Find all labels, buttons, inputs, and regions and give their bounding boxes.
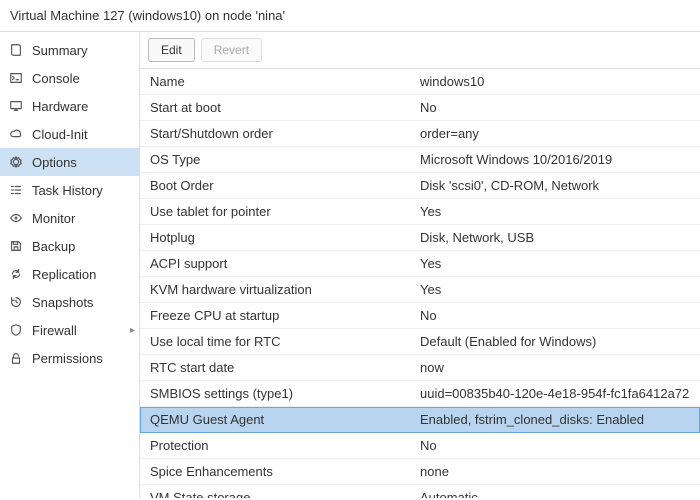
option-key: Start at boot <box>140 96 410 119</box>
option-value: No <box>410 304 700 327</box>
sidebar-item-label: Snapshots <box>32 295 93 310</box>
eye-icon <box>8 210 24 226</box>
sidebar-item-permissions[interactable]: Permissions <box>0 344 139 372</box>
option-row[interactable]: HotplugDisk, Network, USB <box>140 225 700 251</box>
sidebar-item-label: Summary <box>32 43 88 58</box>
toolbar: Edit Revert <box>140 32 700 69</box>
option-key: Use tablet for pointer <box>140 200 410 223</box>
sidebar-item-label: Task History <box>32 183 103 198</box>
sidebar-item-summary[interactable]: Summary <box>0 36 139 64</box>
option-value: order=any <box>410 122 700 145</box>
option-row[interactable]: ACPI supportYes <box>140 251 700 277</box>
option-value: now <box>410 356 700 379</box>
option-key: SMBIOS settings (type1) <box>140 382 410 405</box>
sidebar-item-firewall[interactable]: Firewall ▸ <box>0 316 139 344</box>
option-row[interactable]: ProtectionNo <box>140 433 700 459</box>
sidebar-item-label: Permissions <box>32 351 103 366</box>
option-key: Spice Enhancements <box>140 460 410 483</box>
option-key: Hotplug <box>140 226 410 249</box>
sidebar-item-options[interactable]: Options <box>0 148 139 176</box>
sidebar-item-label: Backup <box>32 239 75 254</box>
option-key: QEMU Guest Agent <box>140 408 410 431</box>
option-row[interactable]: Namewindows10 <box>140 69 700 95</box>
option-key: Use local time for RTC <box>140 330 410 353</box>
sidebar-item-label: Replication <box>32 267 96 282</box>
option-row[interactable]: OS TypeMicrosoft Windows 10/2016/2019 <box>140 147 700 173</box>
option-value: none <box>410 460 700 483</box>
sidebar-item-monitor[interactable]: Monitor <box>0 204 139 232</box>
option-row[interactable]: Spice Enhancementsnone <box>140 459 700 485</box>
revert-button: Revert <box>201 38 262 62</box>
option-value: Microsoft Windows 10/2016/2019 <box>410 148 700 171</box>
option-value: No <box>410 96 700 119</box>
option-row[interactable]: Start at bootNo <box>140 95 700 121</box>
history-icon <box>8 294 24 310</box>
option-row[interactable]: QEMU Guest AgentEnabled, fstrim_cloned_d… <box>140 407 700 433</box>
desktop-icon <box>8 98 24 114</box>
sidebar-item-backup[interactable]: Backup <box>0 232 139 260</box>
sidebar-item-label: Cloud-Init <box>32 127 88 142</box>
option-value: Yes <box>410 252 700 275</box>
option-row[interactable]: Freeze CPU at startupNo <box>140 303 700 329</box>
option-key: Freeze CPU at startup <box>140 304 410 327</box>
unlock-icon <box>8 350 24 366</box>
options-grid: Namewindows10Start at bootNoStart/Shutdo… <box>140 69 700 498</box>
sidebar-item-label: Firewall <box>32 323 77 338</box>
options-panel: Edit Revert Namewindows10Start at bootNo… <box>140 32 700 498</box>
option-key: Boot Order <box>140 174 410 197</box>
option-row[interactable]: RTC start datenow <box>140 355 700 381</box>
option-key: Name <box>140 70 410 93</box>
option-key: RTC start date <box>140 356 410 379</box>
sidebar-item-replication[interactable]: Replication <box>0 260 139 288</box>
option-row[interactable]: SMBIOS settings (type1)uuid=00835b40-120… <box>140 381 700 407</box>
option-key: ACPI support <box>140 252 410 275</box>
option-value: Disk, Network, USB <box>410 226 700 249</box>
shield-icon <box>8 322 24 338</box>
option-value: windows10 <box>410 70 700 93</box>
option-key: VM State storage <box>140 486 410 498</box>
option-key: Protection <box>140 434 410 457</box>
book-icon <box>8 42 24 58</box>
terminal-icon <box>8 70 24 86</box>
option-row[interactable]: Boot OrderDisk 'scsi0', CD-ROM, Network <box>140 173 700 199</box>
option-value: Default (Enabled for Windows) <box>410 330 700 353</box>
option-value: No <box>410 434 700 457</box>
sidebar-item-hardware[interactable]: Hardware <box>0 92 139 120</box>
option-row[interactable]: VM State storageAutomatic <box>140 485 700 498</box>
option-row[interactable]: KVM hardware virtualizationYes <box>140 277 700 303</box>
sidebar-item-cloud-init[interactable]: Cloud-Init <box>0 120 139 148</box>
option-value: Enabled, fstrim_cloned_disks: Enabled <box>410 408 700 431</box>
option-value: Automatic <box>410 486 700 498</box>
page-title: Virtual Machine 127 (windows10) on node … <box>0 0 700 32</box>
cloud-icon <box>8 126 24 142</box>
option-value: Disk 'scsi0', CD-ROM, Network <box>410 174 700 197</box>
sidebar-item-label: Monitor <box>32 211 75 226</box>
sidebar-item-label: Console <box>32 71 80 86</box>
sidebar: Summary Console Hardware Cloud-Init Options T… <box>0 32 140 498</box>
sidebar-item-label: Options <box>32 155 77 170</box>
edit-button[interactable]: Edit <box>148 38 195 62</box>
option-key: OS Type <box>140 148 410 171</box>
main-container: Summary Console Hardware Cloud-Init Options T… <box>0 32 700 498</box>
chevron-right-icon: ▸ <box>130 325 135 336</box>
list-icon <box>8 182 24 198</box>
option-key: Start/Shutdown order <box>140 122 410 145</box>
option-row[interactable]: Use tablet for pointerYes <box>140 199 700 225</box>
save-icon <box>8 238 24 254</box>
option-row[interactable]: Use local time for RTCDefault (Enabled f… <box>140 329 700 355</box>
sidebar-item-console[interactable]: Console <box>0 64 139 92</box>
refresh-icon <box>8 266 24 282</box>
option-value: Yes <box>410 200 700 223</box>
option-value: uuid=00835b40-120e-4e18-954f-fc1fa6412a7… <box>410 382 700 405</box>
option-value: Yes <box>410 278 700 301</box>
option-row[interactable]: Start/Shutdown orderorder=any <box>140 121 700 147</box>
sidebar-item-task-history[interactable]: Task History <box>0 176 139 204</box>
gear-icon <box>8 154 24 170</box>
option-key: KVM hardware virtualization <box>140 278 410 301</box>
sidebar-item-snapshots[interactable]: Snapshots <box>0 288 139 316</box>
sidebar-item-label: Hardware <box>32 99 88 114</box>
